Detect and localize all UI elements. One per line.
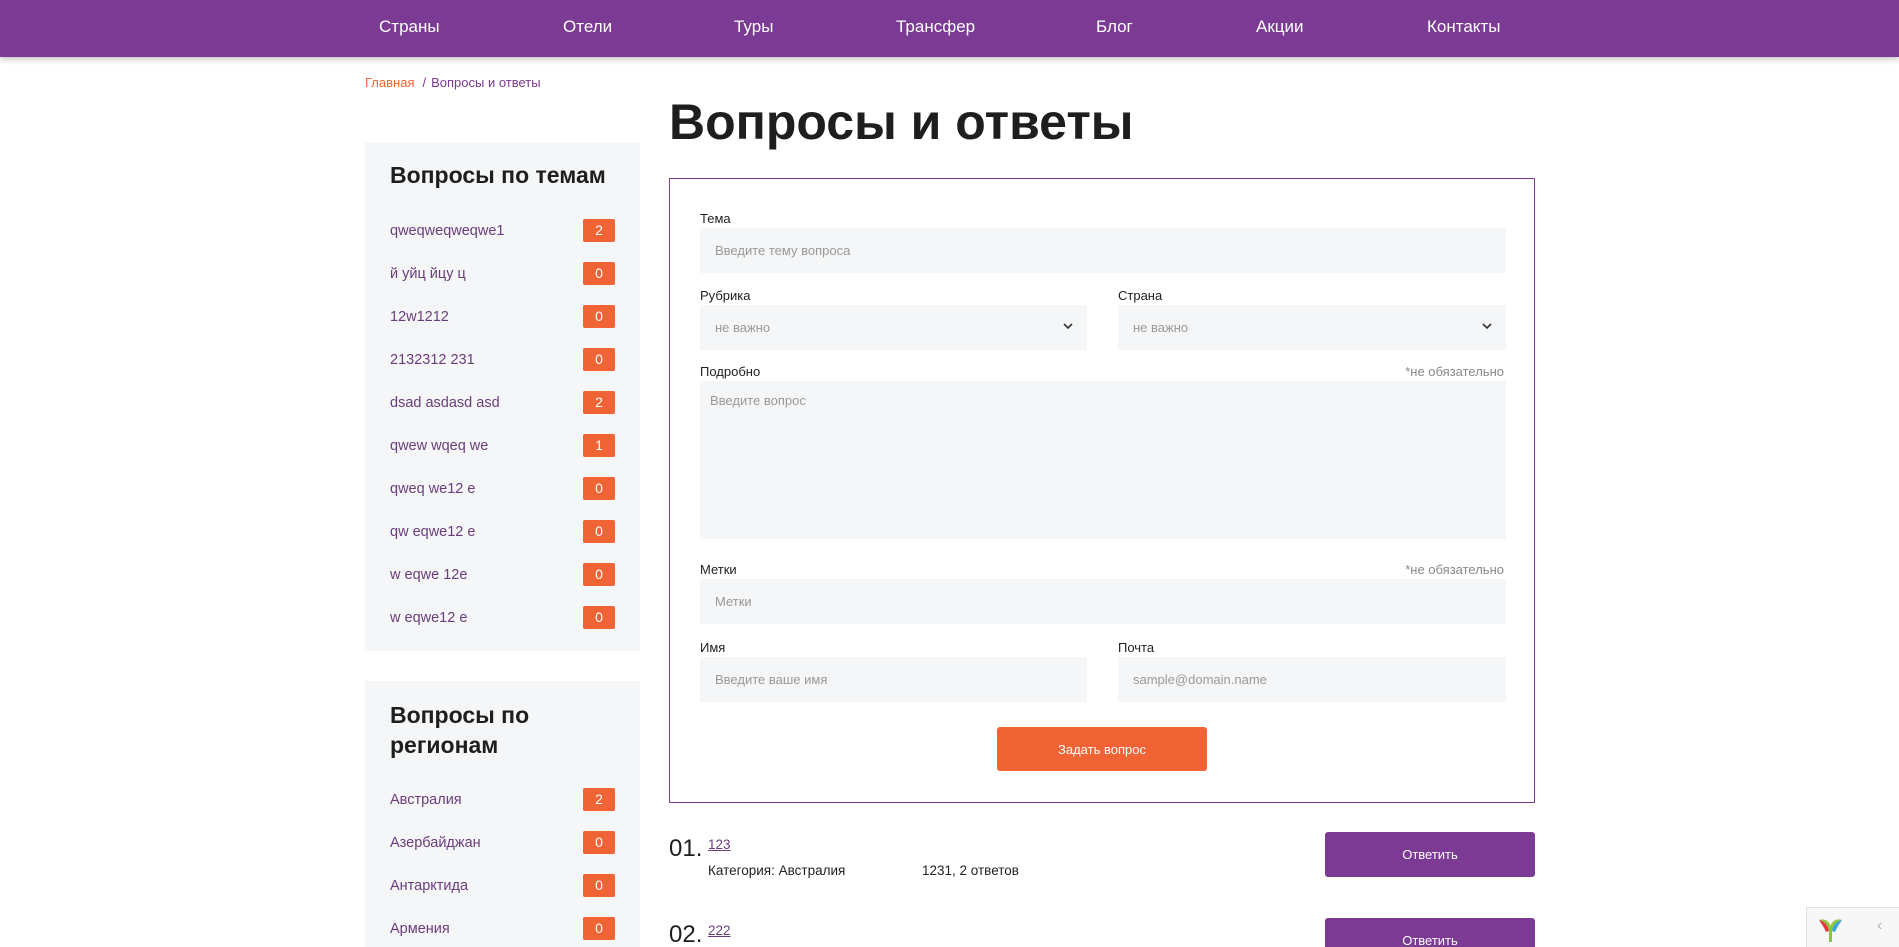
region-label[interactable]: Австралия — [390, 792, 462, 808]
debug-toolbar[interactable]: ‹ — [1806, 907, 1899, 947]
tags-optional-note: *не обязательно — [1405, 562, 1504, 577]
topic-label[interactable]: 2132312 231 — [390, 352, 475, 368]
tags-input[interactable] — [700, 579, 1506, 624]
topics-title: Вопросы по темам — [390, 162, 606, 188]
country-field-label: Страна — [1118, 288, 1163, 303]
topic-label[interactable]: qw eqwe12 e — [390, 524, 475, 540]
tags-field-label: Метки — [700, 562, 737, 577]
region-count-badge: 0 — [583, 874, 615, 897]
question-item: 02. 222 Ответить — [669, 918, 1535, 947]
reply-button[interactable]: Ответить — [1325, 832, 1535, 877]
regions-title-line1: Вопросы по — [390, 702, 530, 728]
topic-item[interactable]: qwew wqeq we 1 — [390, 434, 615, 458]
nav-item-tours[interactable]: Туры — [734, 17, 773, 37]
topic-count-badge: 1 — [583, 434, 615, 457]
regions-title-line2: регионам — [390, 732, 499, 758]
details-field-label: Подробно — [700, 364, 761, 379]
reply-button[interactable]: Ответить — [1325, 918, 1535, 947]
region-item[interactable]: Армения 0 — [390, 917, 615, 941]
topic-item[interactable]: 12w1212 0 — [390, 305, 615, 329]
topic-item[interactable]: 2132312 231 0 — [390, 348, 615, 372]
topic-count-badge: 0 — [583, 520, 615, 543]
topic-count-badge: 2 — [583, 391, 615, 414]
topic-item[interactable]: w eqwe 12e 0 — [390, 563, 615, 587]
country-select[interactable]: не важно — [1118, 305, 1506, 350]
breadcrumb-home-link[interactable]: Главная — [365, 75, 414, 90]
name-field-label: Имя — [700, 640, 726, 655]
breadcrumb: Главная / Вопросы и ответы — [365, 75, 541, 90]
topic-label[interactable]: dsad asdasd asd — [390, 395, 500, 411]
topic-item[interactable]: qw eqwe12 e 0 — [390, 520, 615, 544]
breadcrumb-separator: / — [422, 75, 427, 90]
topic-item[interactable]: dsad asdasd asd 2 — [390, 391, 615, 415]
topic-label[interactable]: qweq we12 e — [390, 481, 475, 497]
question-item: 01. 123 Категория: Австралия 1231, 2 отв… — [669, 832, 1535, 885]
topic-count-badge: 2 — [583, 219, 615, 242]
topic-label[interactable]: qwew wqeq we — [390, 438, 488, 454]
topic-item[interactable]: й уйц йцу ц 0 — [390, 262, 615, 286]
topic-count-badge: 0 — [583, 305, 615, 328]
region-label[interactable]: Азербайджан — [390, 835, 481, 851]
region-count-badge: 2 — [583, 788, 615, 811]
nav-item-promotions[interactable]: Акции — [1256, 17, 1304, 37]
yii-logo-icon — [1819, 919, 1842, 942]
chevron-left-icon[interactable]: ‹ — [1877, 917, 1882, 935]
topic-count-badge: 0 — [583, 348, 615, 371]
region-label[interactable]: Антарктида — [390, 878, 468, 894]
name-input[interactable] — [700, 657, 1087, 702]
topic-count-badge: 0 — [583, 563, 615, 586]
email-input[interactable] — [1118, 657, 1506, 702]
email-field-label: Почта — [1118, 640, 1155, 655]
topic-label[interactable]: w eqwe12 e — [390, 610, 467, 626]
topic-count-badge: 0 — [583, 606, 615, 629]
region-label[interactable]: Армения — [390, 921, 450, 937]
top-nav: Страны Отели Туры Трансфер Блог Акции Ко… — [0, 0, 1899, 57]
region-count-badge: 0 — [583, 917, 615, 940]
rubric-field-label: Рубрика — [700, 288, 751, 303]
topic-item[interactable]: qweqweqweqwe1 2 — [390, 219, 615, 243]
breadcrumb-current: Вопросы и ответы — [431, 75, 541, 90]
topic-count-badge: 0 — [583, 262, 615, 285]
country-select-value: не важно — [1133, 320, 1189, 335]
topic-item[interactable]: qweq we12 e 0 — [390, 477, 615, 501]
question-title-link[interactable]: 123 — [708, 837, 731, 852]
regions-panel: Вопросы по регионам Австралия 2 Азербайджа… — [365, 681, 640, 947]
topic-item[interactable]: w eqwe12 e 0 — [390, 606, 615, 630]
chevron-down-icon — [1482, 323, 1492, 330]
topic-count-badge: 0 — [583, 477, 615, 500]
topic-label[interactable]: 12w1212 — [390, 309, 449, 325]
region-item[interactable]: Азербайджан 0 — [390, 831, 615, 855]
nav-item-contacts[interactable]: Контакты — [1427, 17, 1500, 37]
ask-question-button[interactable]: Задать вопрос — [997, 727, 1207, 771]
question-answers: 1231, 2 ответов — [922, 863, 1019, 878]
ask-question-form: Тема Рубрика не важно Страна не важно По… — [669, 178, 1535, 803]
topic-label[interactable]: qweqweqweqwe1 — [390, 223, 504, 239]
details-textarea[interactable] — [700, 381, 1506, 539]
topic-label[interactable]: w eqwe 12e — [390, 567, 467, 583]
nav-item-blog[interactable]: Блог — [1096, 17, 1133, 37]
chevron-down-icon — [1063, 323, 1073, 330]
region-item[interactable]: Австралия 2 — [390, 788, 615, 812]
question-title-link[interactable]: 222 — [708, 923, 731, 938]
question-number: 01. — [669, 835, 703, 862]
page-title: Вопросы и ответы — [669, 94, 1134, 150]
region-count-badge: 0 — [583, 831, 615, 854]
nav-item-hotels[interactable]: Отели — [563, 17, 612, 37]
rubric-select-value: не важно — [715, 320, 771, 335]
question-category: Категория: Австралия — [708, 863, 846, 878]
rubric-select[interactable]: не важно — [700, 305, 1087, 350]
nav-item-countries[interactable]: Страны — [379, 17, 440, 37]
region-item[interactable]: Антарктида 0 — [390, 874, 615, 898]
topic-label[interactable]: й уйц йцу ц — [390, 266, 466, 282]
regions-title: Вопросы по регионам — [390, 700, 529, 760]
details-optional-note: *не обязательно — [1405, 364, 1504, 379]
topic-field-label: Тема — [700, 211, 731, 226]
question-number: 02. — [669, 921, 703, 947]
nav-item-transfer[interactable]: Трансфер — [896, 17, 975, 37]
topic-input[interactable] — [700, 228, 1506, 273]
topics-panel: Вопросы по темам qweqweqweqwe1 2 й уйц йц… — [365, 142, 640, 651]
